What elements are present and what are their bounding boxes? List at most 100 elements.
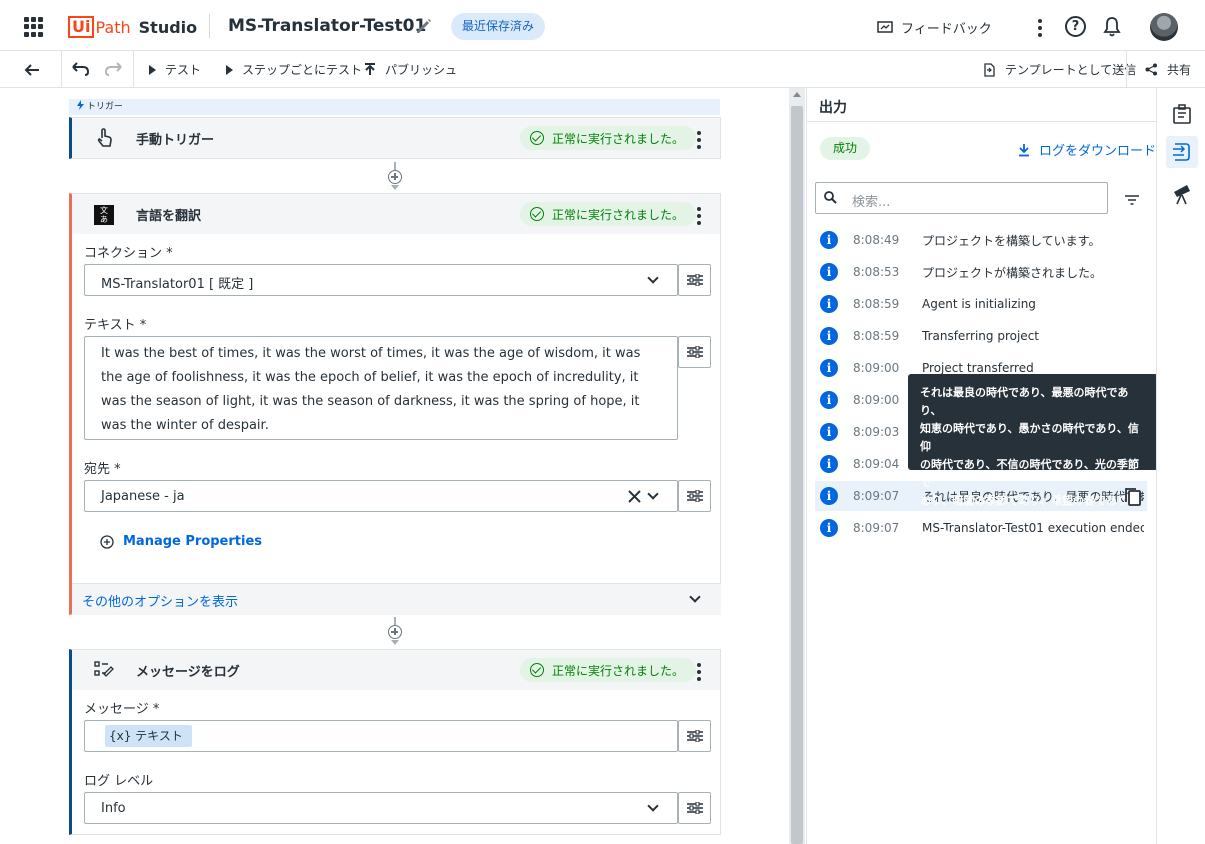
share-button[interactable]: 共有 [1145, 61, 1191, 78]
header-divider [209, 14, 210, 38]
log-row[interactable]: i 8:08:59 Agent is initializing [815, 289, 1147, 319]
feedback-icon [877, 20, 893, 33]
output-panel-title: 出力 [807, 88, 1157, 122]
search-icon [824, 191, 837, 204]
more-options-bar[interactable]: その他のオプションを表示 [72, 583, 721, 615]
more-menu-icon[interactable] [1038, 19, 1042, 37]
publish-button[interactable]: パブリッシュ [364, 61, 457, 78]
editor-toolbar: テスト ステップごとにテスト パブリッシュ テンプレートとして送信 共有 [0, 51, 1205, 88]
add-circle-icon [100, 534, 114, 549]
log-list-icon [94, 661, 114, 677]
chevron-down-icon[interactable] [647, 272, 659, 284]
filter-icon[interactable] [1125, 195, 1139, 205]
back-arrow-icon[interactable] [22, 60, 42, 80]
top-bar: Ui Path Studio MS-Translator-Test01 最近保存… [0, 0, 1205, 51]
status-badge: 正常に実行されました。 [520, 658, 697, 682]
step-test-button[interactable]: ステップごとにテスト [226, 61, 362, 78]
rail-debug-button[interactable] [1166, 178, 1198, 210]
play-icon [149, 64, 156, 75]
user-avatar[interactable] [1150, 13, 1178, 41]
feedback-button[interactable]: フィードバック [877, 18, 992, 37]
saved-status-badge: 最近保存済み [451, 13, 546, 40]
variable-chip[interactable]: {x} テキスト [105, 725, 192, 747]
message-input[interactable]: {x} テキスト [84, 720, 678, 752]
log-message-header[interactable]: メッセージをログ 正常に実行されました。 [72, 650, 720, 690]
uipath-logo[interactable]: Ui Path Studio [68, 15, 197, 39]
connector-line [394, 617, 396, 625]
destination-label: 宛先 * [84, 462, 121, 477]
share-label: 共有 [1167, 63, 1192, 77]
tune-icon [687, 274, 703, 286]
card-menu-icon[interactable] [697, 131, 701, 149]
add-step-icon[interactable] [388, 170, 402, 184]
card-menu-icon[interactable] [697, 207, 701, 225]
download-log-button[interactable]: ログをダウンロード [1018, 140, 1156, 159]
log-level-select[interactable]: Info [84, 792, 678, 824]
card-menu-icon[interactable] [697, 663, 701, 681]
log-time: 8:09:07 [853, 489, 900, 503]
connection-select[interactable]: MS-Translator01 [ 既定 ] [84, 264, 678, 296]
redo-icon[interactable] [104, 61, 124, 77]
log-time: 8:09:07 [853, 521, 900, 535]
info-icon: i [820, 359, 838, 377]
translate-card[interactable]: 文あ 言語を翻訳 正常に実行されました。 コネクション * MS-Transla… [69, 193, 721, 615]
info-icon: i [820, 295, 838, 313]
destination-value: Japanese - ja [101, 489, 185, 504]
undo-icon[interactable] [70, 61, 90, 77]
scroll-up-arrow-icon[interactable] [793, 92, 801, 97]
feedback-label: フィードバック [901, 22, 992, 37]
log-message: プロジェクトを構築しています。 [922, 233, 1101, 248]
copy-icon[interactable] [1124, 487, 1142, 507]
result-badge: 成功 [820, 137, 871, 160]
translate-title: 言語を翻訳 [136, 208, 202, 224]
chevron-down-icon[interactable] [689, 591, 701, 603]
help-icon[interactable]: ? [1065, 16, 1086, 37]
notification-bell-icon[interactable] [1102, 16, 1122, 38]
text-options-button[interactable] [678, 336, 711, 368]
log-time: 8:09:03 [853, 425, 900, 439]
translator-icon: 文あ [94, 205, 114, 225]
test-button[interactable]: テスト [149, 61, 201, 78]
log-row[interactable]: i 8:08:59 Transferring project [815, 321, 1147, 351]
manual-trigger-header[interactable]: 手動トリガー 正常に実行されました。 [72, 118, 720, 158]
clear-icon[interactable] [628, 490, 641, 503]
tooltip-line: 知恵の時代であり、愚かさの時代であり、信仰 [920, 422, 1139, 453]
apps-grid-icon[interactable] [24, 17, 44, 37]
tooltip-line: 望の冬であった。 [920, 530, 1008, 543]
manual-trigger-title: 手動トリガー [136, 132, 215, 148]
log-message-tooltip: それは最良の時代であり、最悪の時代であり、 知恵の時代であり、愚かさの時代であり… [908, 374, 1158, 543]
log-message-card[interactable]: メッセージをログ 正常に実行されました。 メッセージ * {x} テキスト ログ… [69, 649, 721, 835]
log-time: 8:08:59 [853, 329, 900, 343]
log-search-input[interactable]: 検索... [815, 182, 1108, 214]
chevron-down-icon[interactable] [647, 488, 659, 500]
rail-toolbox-button[interactable] [1166, 98, 1198, 130]
canvas-scrollbar-thumb[interactable] [791, 106, 803, 844]
connection-options-button[interactable] [678, 264, 711, 296]
log-row[interactable]: i 8:08:49 プロジェクトを構築しています。 [815, 225, 1147, 255]
logo-path: Path [95, 17, 131, 37]
manage-properties-link[interactable]: Manage Properties [100, 534, 262, 549]
destination-select[interactable]: Japanese - ja [84, 480, 678, 512]
play-icon [226, 64, 233, 75]
chevron-down-icon[interactable] [647, 800, 659, 812]
text-input[interactable]: It was the best of times, it was the wor… [84, 336, 678, 440]
add-step-connector[interactable] [388, 162, 402, 192]
rail-output-button[interactable] [1166, 136, 1198, 168]
manual-trigger-card[interactable]: 手動トリガー 正常に実行されました。 [69, 117, 721, 159]
send-as-template-label: テンプレートとして送信 [1005, 63, 1137, 77]
info-icon: i [820, 391, 838, 409]
pencil-icon[interactable] [414, 16, 434, 36]
translate-header[interactable]: 文あ 言語を翻訳 正常に実行されました。 [72, 194, 720, 234]
text-line: was the season of light, it was the seas… [101, 394, 640, 409]
add-step-connector[interactable] [388, 617, 402, 647]
download-icon [1019, 143, 1029, 156]
status-text: 正常に実行されました。 [552, 663, 685, 678]
send-as-template-button[interactable]: テンプレートとして送信 [982, 61, 1136, 78]
add-step-icon[interactable] [388, 625, 402, 639]
log-level-label: ログ レベル [84, 774, 154, 789]
destination-options-button[interactable] [678, 480, 711, 512]
info-icon: i [820, 231, 838, 249]
message-options-button[interactable] [678, 720, 711, 752]
log-level-options-button[interactable] [678, 792, 711, 824]
log-row[interactable]: i 8:08:53 プロジェクトが構築されました。 [815, 257, 1147, 287]
